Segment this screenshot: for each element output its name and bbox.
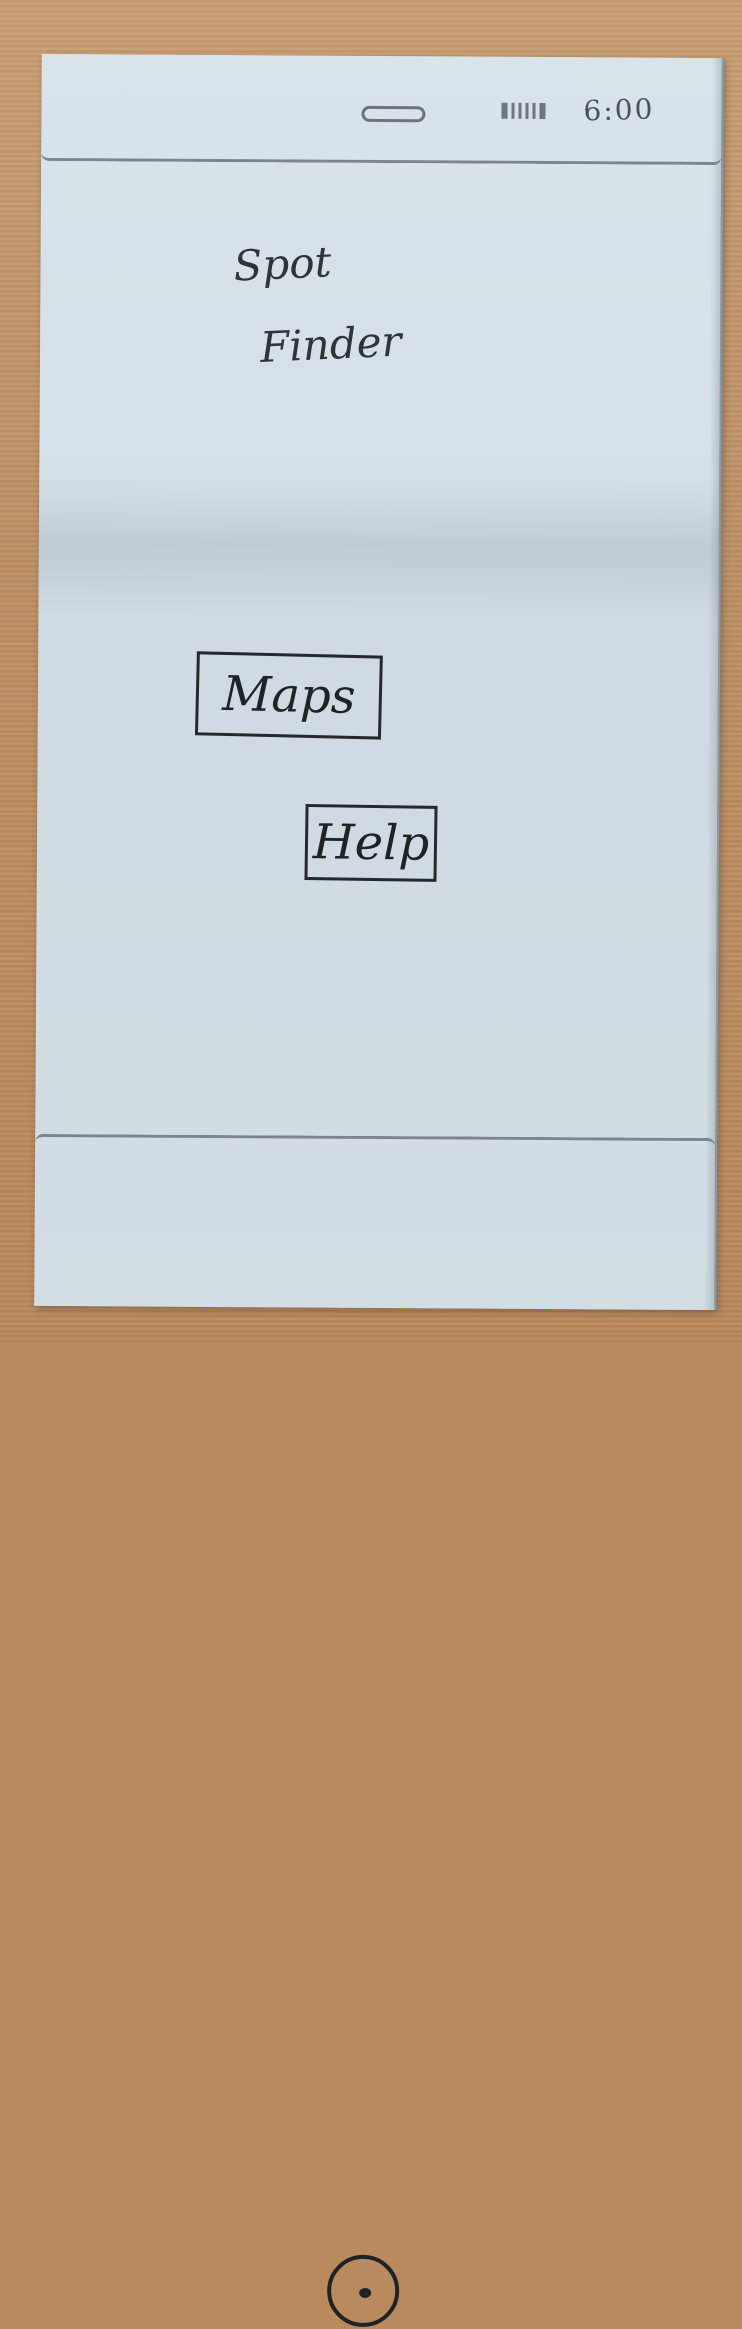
home-icon xyxy=(359,2288,371,2298)
bottom-navigation-area xyxy=(34,1134,715,1291)
status-bar: 6:00 xyxy=(41,54,722,165)
camera-slot xyxy=(361,106,425,122)
app-title-line-2: Finder xyxy=(259,320,402,368)
maps-button[interactable]: Maps xyxy=(195,651,383,739)
hand-shadow xyxy=(38,474,719,618)
battery-icon xyxy=(501,103,545,119)
home-button[interactable] xyxy=(327,2255,399,2327)
app-title-line-1: Spot xyxy=(233,241,333,287)
help-button[interactable]: Help xyxy=(304,804,437,882)
paper-phone-prototype: 6:00 Spot Finder Maps Help xyxy=(34,54,724,1310)
status-time: 6:00 xyxy=(583,92,655,127)
